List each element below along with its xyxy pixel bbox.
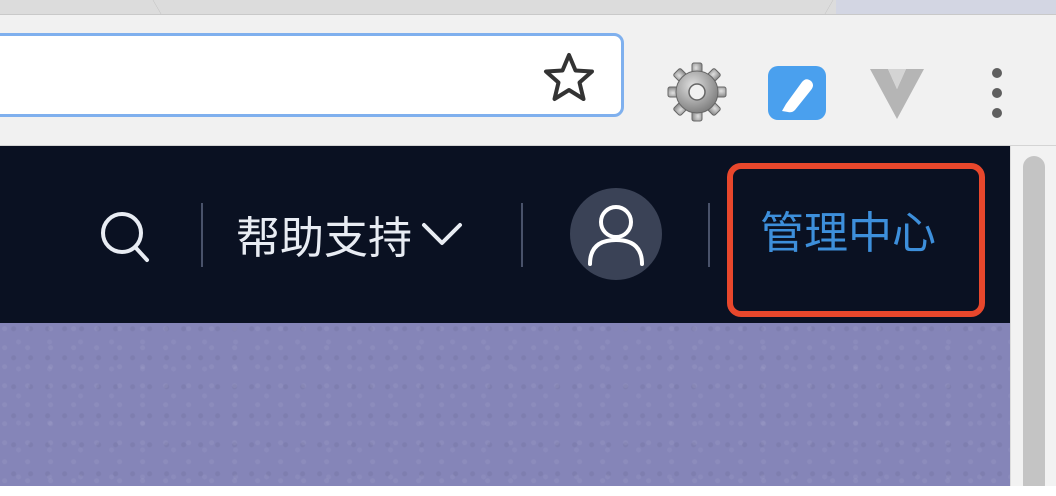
scrollbar-thumb[interactable] (1023, 156, 1045, 496)
bottom-strip (0, 486, 1056, 496)
address-bar[interactable] (0, 33, 624, 117)
gear-icon[interactable] (666, 61, 728, 123)
help-support-menu[interactable]: 帮助支持 (236, 202, 464, 266)
site-header: 帮助支持 管理中心 (0, 146, 1010, 323)
tab-edge-left (150, 0, 164, 14)
inactive-tab[interactable] (836, 0, 1056, 14)
more-vertical-icon[interactable] (980, 61, 1014, 125)
star-icon[interactable] (541, 50, 597, 106)
browser-toolbar (0, 15, 1056, 146)
blue-tag-extension-icon[interactable] (766, 64, 828, 122)
user-avatar-icon (588, 205, 644, 266)
page-viewport: 帮助支持 管理中心 (0, 146, 1010, 486)
address-input[interactable] (15, 54, 519, 100)
search-icon[interactable] (96, 206, 154, 268)
nav-divider (708, 203, 710, 267)
tab-strip (0, 0, 1056, 15)
admin-center-link[interactable]: 管理中心 (760, 202, 936, 266)
tab-edge-right (822, 0, 836, 14)
nav-divider (201, 203, 203, 267)
v-extension-icon[interactable] (866, 63, 928, 123)
hero-banner (0, 323, 1010, 486)
chevron-down-icon (422, 223, 462, 245)
page-scrollbar[interactable] (1010, 146, 1056, 496)
user-avatar[interactable] (570, 188, 662, 280)
help-support-label: 帮助支持 (236, 213, 412, 264)
nav-divider (521, 203, 523, 267)
